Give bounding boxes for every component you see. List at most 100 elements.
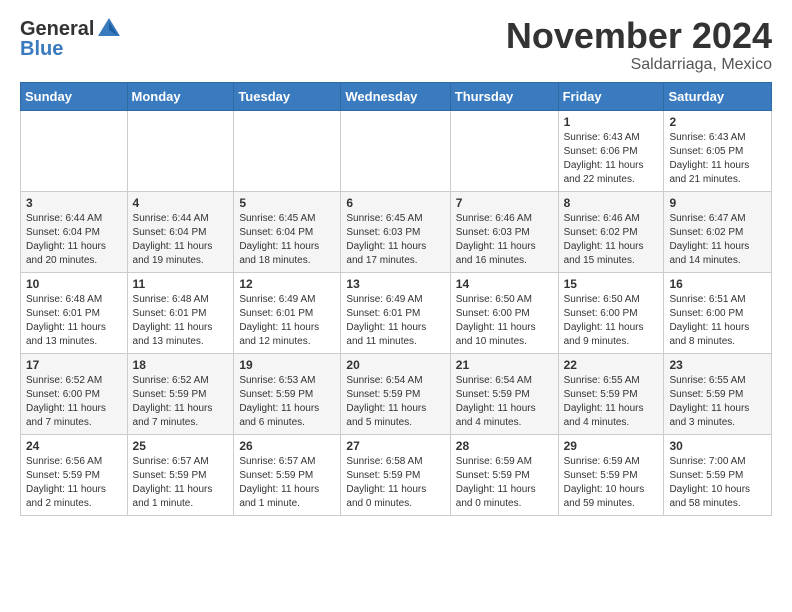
day-number: 26 xyxy=(239,439,335,453)
logo-blue: Blue xyxy=(20,38,63,61)
day-number: 25 xyxy=(133,439,229,453)
day-number: 17 xyxy=(26,358,122,372)
calendar-cell: 24 Sunrise: 6:56 AMSunset: 5:59 PMDayligh… xyxy=(21,434,128,515)
calendar-cell: 6Sunrise: 6:45 AMSunset: 6:03 PMDaylight… xyxy=(341,191,450,272)
day-info: Sunrise: 6:45 AMSunset: 6:04 PMDaylight:… xyxy=(239,212,335,268)
day-info: Sunrise: 6:54 AMSunset: 5:59 PMDaylight:… xyxy=(456,374,553,430)
day-info: Sunrise: 6:44 AMSunset: 6:04 PMDaylight:… xyxy=(133,212,229,268)
day-info: Sunrise: 6:49 AMSunset: 6:01 PMDaylight:… xyxy=(239,293,335,349)
calendar-cell: 12Sunrise: 6:49 AMSunset: 6:01 PMDayligh… xyxy=(234,272,341,353)
calendar-week-row: 17 Sunrise: 6:52 AMSunset: 6:00 PMDayligh… xyxy=(21,353,772,434)
day-info: Sunrise: 6:59 AMSunset: 5:59 PMDaylight:… xyxy=(456,455,553,511)
calendar-week-row: 1 Sunrise: 6:43 AMSunset: 6:06 PMDaylight… xyxy=(21,110,772,191)
day-number: 21 xyxy=(456,358,553,372)
title-block: November 2024 Saldarriaga, Mexico xyxy=(506,16,772,74)
calendar-cell: 4 Sunrise: 6:44 AMSunset: 6:04 PMDaylight… xyxy=(127,191,234,272)
calendar-week-row: 3 Sunrise: 6:44 AMSunset: 6:04 PMDaylight… xyxy=(21,191,772,272)
day-info: Sunrise: 6:43 AMSunset: 6:05 PMDaylight:… xyxy=(669,131,766,187)
weekday-header-saturday: Saturday xyxy=(664,82,772,110)
calendar-cell: 29 Sunrise: 6:59 AMSunset: 5:59 PMDayligh… xyxy=(558,434,664,515)
day-info: Sunrise: 6:46 AMSunset: 6:02 PMDaylight:… xyxy=(564,212,659,268)
day-number: 23 xyxy=(669,358,766,372)
calendar-cell: 17 Sunrise: 6:52 AMSunset: 6:00 PMDayligh… xyxy=(21,353,128,434)
calendar-cell: 3 Sunrise: 6:44 AMSunset: 6:04 PMDaylight… xyxy=(21,191,128,272)
day-info: Sunrise: 6:56 AMSunset: 5:59 PMDaylight:… xyxy=(26,455,122,511)
calendar-cell: 20Sunrise: 6:54 AMSunset: 5:59 PMDayligh… xyxy=(341,353,450,434)
logo-icon xyxy=(96,16,122,42)
day-info: Sunrise: 6:57 AMSunset: 5:59 PMDaylight:… xyxy=(239,455,335,511)
calendar-cell: 10Sunrise: 6:48 AMSunset: 6:01 PMDayligh… xyxy=(21,272,128,353)
day-number: 29 xyxy=(564,439,659,453)
calendar-cell xyxy=(127,110,234,191)
day-info: Sunrise: 6:50 AMSunset: 6:00 PMDaylight:… xyxy=(456,293,553,349)
day-info: Sunrise: 6:49 AMSunset: 6:01 PMDaylight:… xyxy=(346,293,444,349)
day-number: 7 xyxy=(456,196,553,210)
calendar-cell: 1 Sunrise: 6:43 AMSunset: 6:06 PMDaylight… xyxy=(558,110,664,191)
day-number: 24 xyxy=(26,439,122,453)
day-info: Sunrise: 6:43 AMSunset: 6:06 PMDaylight:… xyxy=(564,131,659,187)
day-info: Sunrise: 6:51 AMSunset: 6:00 PMDaylight:… xyxy=(669,293,766,349)
calendar-cell: 5 Sunrise: 6:45 AMSunset: 6:04 PMDaylight… xyxy=(234,191,341,272)
weekday-header-wednesday: Wednesday xyxy=(341,82,450,110)
day-number: 1 xyxy=(564,115,659,129)
day-number: 2 xyxy=(669,115,766,129)
day-info: Sunrise: 6:57 AMSunset: 5:59 PMDaylight:… xyxy=(133,455,229,511)
day-number: 11 xyxy=(133,277,229,291)
header: General Blue November 2024 Saldarriaga, … xyxy=(20,16,772,74)
day-info: Sunrise: 6:59 AMSunset: 5:59 PMDaylight:… xyxy=(564,455,659,511)
calendar-cell: 21 Sunrise: 6:54 AMSunset: 5:59 PMDayligh… xyxy=(450,353,558,434)
day-info: Sunrise: 6:54 AMSunset: 5:59 PMDaylight:… xyxy=(346,374,444,430)
day-number: 28 xyxy=(456,439,553,453)
weekday-header-friday: Friday xyxy=(558,82,664,110)
day-number: 3 xyxy=(26,196,122,210)
calendar-cell: 15Sunrise: 6:50 AMSunset: 6:00 PMDayligh… xyxy=(558,272,664,353)
weekday-header-sunday: Sunday xyxy=(21,82,128,110)
calendar-cell: 30 Sunrise: 7:00 AMSunset: 5:59 PMDayligh… xyxy=(664,434,772,515)
calendar-cell xyxy=(234,110,341,191)
day-number: 13 xyxy=(346,277,444,291)
day-number: 4 xyxy=(133,196,229,210)
calendar-table: SundayMondayTuesdayWednesdayThursdayFrid… xyxy=(20,82,772,516)
day-number: 19 xyxy=(239,358,335,372)
day-info: Sunrise: 6:55 AMSunset: 5:59 PMDaylight:… xyxy=(669,374,766,430)
day-info: Sunrise: 6:58 AMSunset: 5:59 PMDaylight:… xyxy=(346,455,444,511)
calendar-cell: 19Sunrise: 6:53 AMSunset: 5:59 PMDayligh… xyxy=(234,353,341,434)
month-title: November 2024 xyxy=(506,16,772,56)
day-number: 16 xyxy=(669,277,766,291)
day-number: 22 xyxy=(564,358,659,372)
day-number: 18 xyxy=(133,358,229,372)
calendar-cell: 22 Sunrise: 6:55 AMSunset: 5:59 PMDayligh… xyxy=(558,353,664,434)
day-number: 10 xyxy=(26,277,122,291)
calendar-cell: 13 Sunrise: 6:49 AMSunset: 6:01 PMDayligh… xyxy=(341,272,450,353)
weekday-header-thursday: Thursday xyxy=(450,82,558,110)
calendar-cell xyxy=(341,110,450,191)
calendar-cell: 18 Sunrise: 6:52 AMSunset: 5:59 PMDayligh… xyxy=(127,353,234,434)
calendar-cell: 8 Sunrise: 6:46 AMSunset: 6:02 PMDaylight… xyxy=(558,191,664,272)
day-number: 5 xyxy=(239,196,335,210)
day-info: Sunrise: 6:47 AMSunset: 6:02 PMDaylight:… xyxy=(669,212,766,268)
calendar-week-row: 24 Sunrise: 6:56 AMSunset: 5:59 PMDayligh… xyxy=(21,434,772,515)
day-info: Sunrise: 6:55 AMSunset: 5:59 PMDaylight:… xyxy=(564,374,659,430)
calendar-cell: 25 Sunrise: 6:57 AMSunset: 5:59 PMDayligh… xyxy=(127,434,234,515)
day-info: Sunrise: 6:48 AMSunset: 6:01 PMDaylight:… xyxy=(133,293,229,349)
calendar-cell: 9 Sunrise: 6:47 AMSunset: 6:02 PMDaylight… xyxy=(664,191,772,272)
day-number: 30 xyxy=(669,439,766,453)
day-info: Sunrise: 6:52 AMSunset: 5:59 PMDaylight:… xyxy=(133,374,229,430)
day-info: Sunrise: 7:00 AMSunset: 5:59 PMDaylight:… xyxy=(669,455,766,511)
calendar-cell: 27 Sunrise: 6:58 AMSunset: 5:59 PMDayligh… xyxy=(341,434,450,515)
day-number: 8 xyxy=(564,196,659,210)
calendar-cell: 23 Sunrise: 6:55 AMSunset: 5:59 PMDayligh… xyxy=(664,353,772,434)
day-info: Sunrise: 6:46 AMSunset: 6:03 PMDaylight:… xyxy=(456,212,553,268)
day-number: 15 xyxy=(564,277,659,291)
weekday-header-row: SundayMondayTuesdayWednesdayThursdayFrid… xyxy=(21,82,772,110)
calendar-cell: 14Sunrise: 6:50 AMSunset: 6:00 PMDayligh… xyxy=(450,272,558,353)
day-info: Sunrise: 6:45 AMSunset: 6:03 PMDaylight:… xyxy=(346,212,444,268)
logo: General Blue xyxy=(20,16,122,61)
day-info: Sunrise: 6:44 AMSunset: 6:04 PMDaylight:… xyxy=(26,212,122,268)
day-info: Sunrise: 6:52 AMSunset: 6:00 PMDaylight:… xyxy=(26,374,122,430)
page: General Blue November 2024 Saldarriaga, … xyxy=(0,0,792,532)
calendar-cell: 28 Sunrise: 6:59 AMSunset: 5:59 PMDayligh… xyxy=(450,434,558,515)
day-number: 27 xyxy=(346,439,444,453)
day-number: 9 xyxy=(669,196,766,210)
weekday-header-tuesday: Tuesday xyxy=(234,82,341,110)
